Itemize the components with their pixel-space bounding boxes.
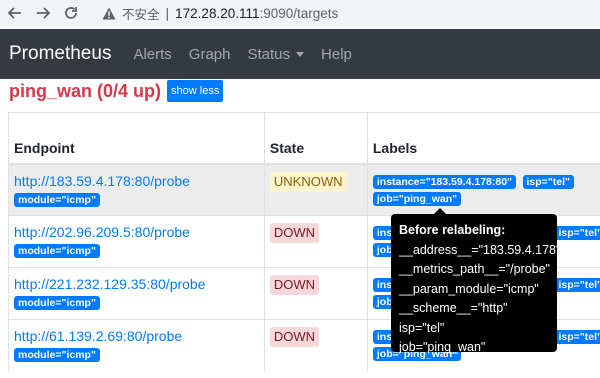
state-cell: DOWN [263, 267, 368, 320]
nav-help[interactable]: Help [321, 46, 352, 63]
tooltip-title: Before relabeling: [399, 223, 506, 237]
relabel-tooltip: Before relabeling: __address__="183.59.4… [391, 214, 561, 354]
table-row: http://183.59.4.178:80/probe module="icm… [8, 163, 600, 216]
nav-status-label: Status [247, 45, 291, 63]
label-badge-isp: isp="tel" [554, 226, 600, 240]
tooltip-line: isp="tel" [399, 320, 445, 335]
state-badge: UNKNOWN [269, 171, 347, 192]
nav-graph[interactable]: Graph [189, 46, 231, 63]
url-host: 172.28.20.111 [175, 5, 260, 21]
show-less-button[interactable]: show less [167, 80, 224, 102]
header-labels: Labels [366, 112, 600, 165]
state-badge: DOWN [269, 275, 320, 295]
tooltip-line: __metrics_path__="/probe" [399, 262, 550, 276]
caret-down-icon [296, 51, 305, 57]
label-badge-job: job="ping_wan" [372, 191, 462, 206]
labels-cell: instance="183.59.4.178:80" isp="tel" job… [366, 163, 600, 216]
tooltip-line: __address__="183.59.4.178" [399, 242, 561, 257]
browser-toolbar: 不安全 | 172.28.20.111:9090/targets [0, 0, 600, 26]
endpoint-cell: http://202.96.209.5:80/probe module="icm… [8, 215, 265, 268]
pool-title[interactable]: ping_wan (0/4 up) [9, 81, 161, 102]
label-badge-instance[interactable]: instance="183.59.4.178:80" [372, 174, 517, 189]
label-line: instance="183.59.4.178:80" isp="tel" [372, 172, 600, 189]
label-badge-isp: isp="tel" [522, 174, 575, 189]
address-separator: | [165, 5, 170, 21]
nav-status[interactable]: Status [248, 46, 305, 63]
pool-header: ping_wan (0/4 up) show less [9, 80, 224, 102]
endpoint-link[interactable]: http://221.232.129.35:80/probe [14, 275, 264, 293]
state-badge: DOWN [269, 327, 320, 347]
state-cell: DOWN [263, 215, 368, 268]
module-badge: module="icmp" [14, 192, 100, 207]
label-badge-isp: isp="tel" [554, 330, 600, 344]
state-cell: DOWN [263, 319, 368, 372]
endpoint-cell: http://183.59.4.178:80/probe module="icm… [8, 163, 265, 216]
endpoint-cell: http://61.139.2.69:80/probe module="icmp… [8, 319, 265, 372]
tooltip-line: __scheme__="http" [399, 301, 508, 315]
brand-logo-text[interactable]: Prometheus [9, 43, 111, 65]
forward-arrow-icon[interactable] [32, 2, 54, 24]
module-badge: module="icmp" [14, 244, 100, 258]
header-state: State [263, 112, 368, 165]
label-badge-isp: isp="tel" [554, 278, 600, 292]
endpoint-link[interactable]: http://202.96.209.5:80/probe [14, 223, 264, 241]
state-badge: DOWN [269, 223, 320, 243]
endpoint-cell: http://221.232.129.35:80/probe module="i… [8, 267, 265, 320]
module-badge: module="icmp" [14, 296, 100, 310]
top-navbar: Prometheus Alerts Graph Status Help [0, 29, 600, 79]
insecure-label: 不安全 [122, 7, 160, 22]
reload-icon[interactable] [60, 2, 82, 24]
state-cell: UNKNOWN [263, 163, 368, 216]
back-arrow-icon[interactable] [4, 2, 26, 24]
endpoint-link[interactable]: http://183.59.4.178:80/probe [14, 172, 264, 190]
url-path: :9090/targets [259, 5, 339, 21]
header-endpoint: Endpoint [8, 112, 265, 165]
tooltip-line: job="ping_wan" [399, 340, 486, 354]
tooltip-line: __param_module="icmp" [399, 281, 539, 296]
address-bar[interactable]: 不安全 | 172.28.20.111:9090/targets [93, 2, 600, 24]
endpoint-link[interactable]: http://61.139.2.69:80/probe [14, 327, 264, 345]
label-line: job="ping_wan" [372, 189, 600, 206]
warning-icon[interactable] [101, 5, 117, 21]
nav-alerts[interactable]: Alerts [133, 46, 171, 63]
module-badge: module="icmp" [14, 348, 100, 362]
table-header-row: Endpoint State Labels [8, 112, 600, 165]
